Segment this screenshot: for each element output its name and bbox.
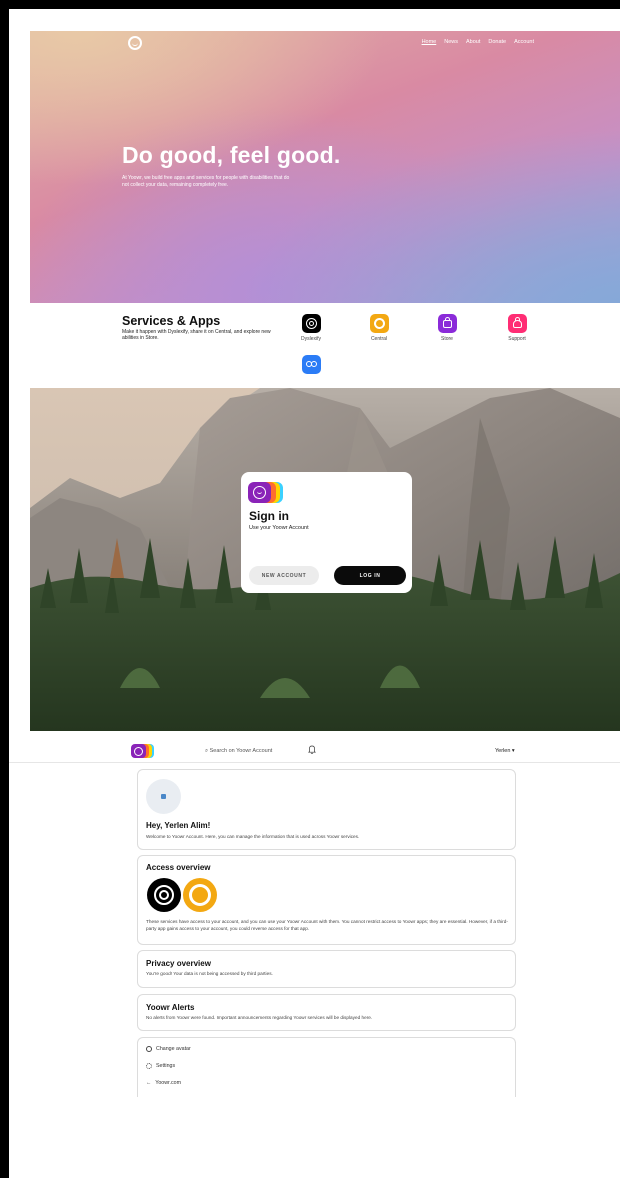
support-icon [507, 314, 527, 333]
hero-banner: Home News About Donate Account Do good, … [30, 31, 620, 303]
gear-icon [146, 1063, 152, 1069]
dyslexify-icon[interactable] [147, 878, 181, 912]
login-button[interactable]: LOG IN [334, 566, 406, 585]
yoowr-link-item[interactable]: ← Yoowr.com [146, 1080, 181, 1086]
signin-background: Sign in Use your Yoowr Account NEW ACCOU… [30, 388, 620, 731]
chevron-down-icon: ▾ [510, 748, 515, 754]
greeting-text: Welcome to Yoowr Account. Here, you can … [146, 834, 360, 839]
hero-title: Do good, feel good. [122, 142, 341, 168]
privacy-title: Privacy overview [146, 959, 211, 968]
dyslexify-icon [301, 314, 321, 333]
app-store[interactable]: Store [427, 314, 467, 342]
user-menu[interactable]: Yerlen ▾ [495, 748, 515, 754]
privacy-overview-card: Privacy overview You're good! Your data … [137, 950, 516, 988]
alerts-card: Yoowr Alerts No alerts from Yoowr were f… [137, 994, 516, 1031]
arrow-left-icon: ← [146, 1080, 152, 1086]
app-label: Central [370, 336, 388, 342]
signin-title: Sign in [249, 509, 289, 523]
yoowr-account-logo-icon [248, 482, 286, 503]
account-topbar: ⌕ Search on Yoowr Account Yerlen ▾ [9, 740, 620, 763]
services-section: Services & Apps Make it happen with Dysl… [9, 303, 620, 395]
app-central[interactable]: Central [359, 314, 399, 342]
access-overview-card: Access overview These services have acce… [137, 855, 516, 945]
nav-donate[interactable]: Donate [488, 39, 506, 45]
services-title: Services & Apps [122, 314, 221, 328]
central-icon [369, 314, 389, 333]
alerts-text: No alerts from Yoowr were found. Importa… [146, 1015, 373, 1020]
signin-subtitle: Use your Yoowr Account [249, 525, 309, 531]
top-nav: Home News About Donate Account [422, 39, 534, 45]
search-placeholder: Search on Yoowr Account [209, 748, 273, 754]
settings-item[interactable]: Settings [146, 1063, 175, 1069]
yoowr-logo-icon[interactable] [128, 36, 142, 50]
store-icon [437, 314, 457, 333]
avatar[interactable] [146, 779, 181, 814]
account-menu-card: Change avatar Settings ← Yoowr.com [137, 1037, 516, 1097]
greeting-title: Hey, Yerlen Alim! [146, 821, 211, 830]
hero-description: At Yoowr, we build free apps and service… [122, 175, 290, 188]
smiley-icon [146, 1046, 152, 1052]
menu-label: Change avatar [156, 1046, 191, 1052]
new-account-button[interactable]: NEW ACCOUNT [249, 566, 319, 585]
access-text: These services have access to your accou… [146, 919, 508, 931]
nav-account[interactable]: Account [514, 39, 534, 45]
access-title: Access overview [146, 863, 211, 872]
bell-icon[interactable] [308, 745, 316, 754]
infinity-icon [301, 355, 321, 374]
menu-label: Settings [156, 1063, 176, 1069]
greeting-card: Hey, Yerlen Alim! Welcome to Yoowr Accou… [137, 769, 516, 850]
central-icon[interactable] [183, 878, 217, 912]
user-name: Yerlen [495, 748, 511, 754]
app-infinity[interactable] [291, 355, 331, 374]
signin-card: Sign in Use your Yoowr Account NEW ACCOU… [241, 472, 412, 593]
app-label: Dyslexify [300, 336, 321, 342]
privacy-text: You're good! Your data is not being acce… [146, 971, 273, 976]
change-avatar-item[interactable]: Change avatar [146, 1046, 191, 1052]
services-description: Make it happen with Dyslexify, share it … [122, 329, 271, 341]
menu-label: Yoowr.com [155, 1080, 182, 1086]
alerts-title: Yoowr Alerts [146, 1003, 195, 1012]
app-label: Store [441, 336, 453, 342]
page-frame: Home News About Donate Account Do good, … [9, 9, 620, 1178]
app-label: Support [508, 336, 526, 342]
app-dyslexify[interactable]: Dyslexify [291, 314, 331, 342]
nav-about[interactable]: About [466, 39, 480, 45]
nav-home[interactable]: Home [422, 39, 437, 45]
yoowr-account-logo-icon[interactable] [131, 744, 154, 758]
search-input[interactable]: ⌕ Search on Yoowr Account [205, 748, 272, 755]
nav-news[interactable]: News [444, 39, 458, 45]
app-support[interactable]: Support [497, 314, 537, 342]
